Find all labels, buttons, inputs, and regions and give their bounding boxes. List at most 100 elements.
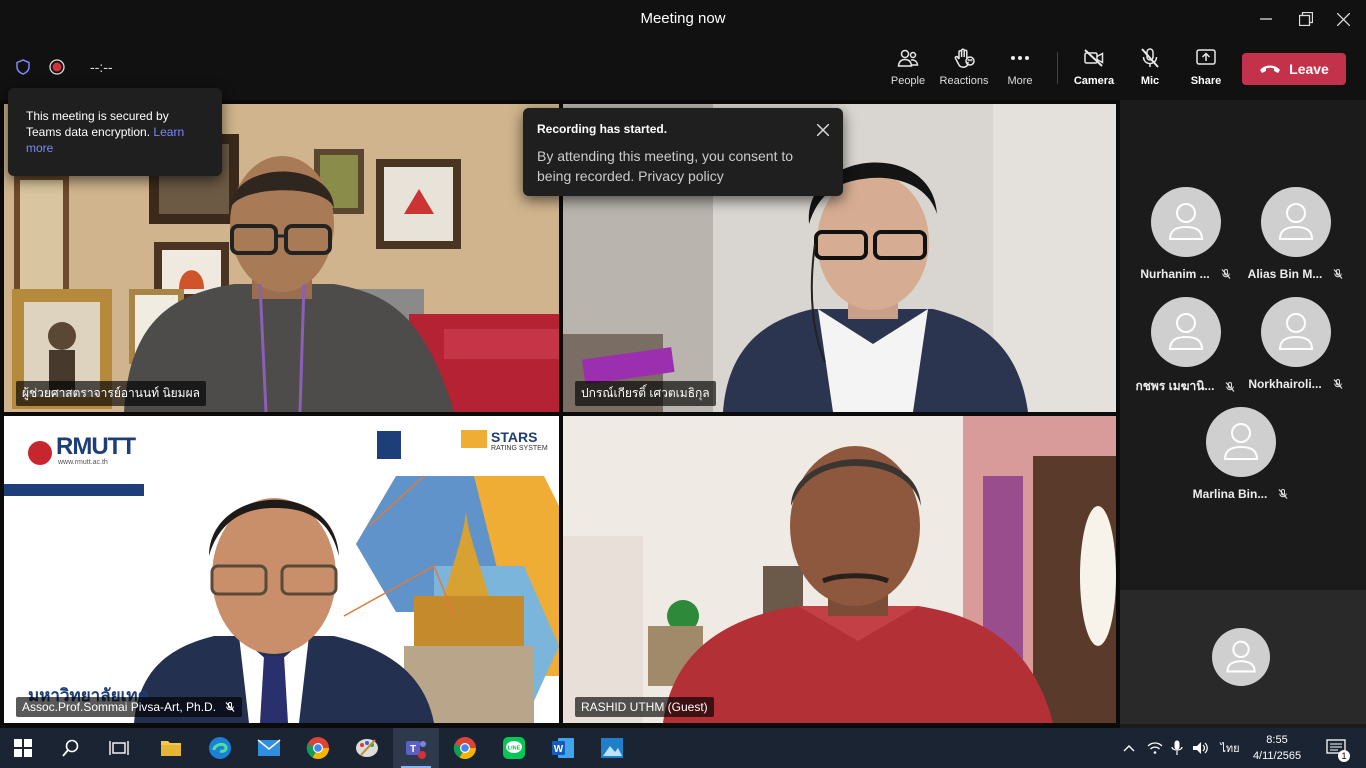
participant-name: กชพร เมฆานิ... [1135, 379, 1215, 393]
avatar [1212, 628, 1270, 686]
share-label: Share [1190, 75, 1222, 87]
mic-button[interactable]: Mic [1122, 46, 1178, 94]
photos-icon [601, 738, 623, 758]
title-bar: Meeting now [0, 0, 1366, 38]
restore-icon [1299, 12, 1313, 26]
person-icon [1223, 423, 1259, 460]
tray-microphone[interactable] [1166, 728, 1188, 768]
person-icon [1278, 313, 1314, 350]
chrome-icon [306, 737, 329, 759]
taskbar-paint[interactable] [344, 728, 390, 768]
toolbar-divider [1057, 52, 1058, 84]
tray-notifications[interactable]: 1 [1318, 728, 1354, 768]
edge-icon [209, 737, 231, 759]
mic-off-icon [1226, 381, 1235, 392]
clock-date: 4/11/2565 [1252, 750, 1302, 762]
search-icon [62, 739, 79, 757]
person-icon [1168, 313, 1204, 350]
reactions-button[interactable]: Reactions [936, 46, 992, 94]
paint-icon [356, 739, 378, 757]
window-title: Meeting now [640, 10, 726, 27]
more-label: More [1007, 75, 1033, 87]
participant-item[interactable]: Nurhanim ... [1131, 187, 1241, 281]
leave-label: Leave [1289, 61, 1329, 77]
chevron-up-icon [1123, 745, 1135, 752]
speaker-icon [1193, 742, 1208, 754]
person-icon [1278, 203, 1314, 240]
participant-name: ผู้ช่วยศาสตราจารย์อานนท์ นิยมผล [22, 386, 200, 400]
avatar [1261, 297, 1331, 367]
taskbar-file-explorer[interactable] [148, 728, 194, 768]
tray-clock[interactable]: 8:55 4/11/2565 [1246, 728, 1308, 768]
shield-icon[interactable] [14, 58, 32, 76]
tray-volume[interactable] [1188, 728, 1214, 768]
recording-icon[interactable] [48, 58, 66, 76]
taskbar-teams[interactable]: T [393, 728, 439, 768]
svg-text:T: T [410, 744, 416, 755]
camera-button[interactable]: Camera [1066, 46, 1122, 94]
minimize-icon [1260, 18, 1272, 20]
close-window-button[interactable] [1320, 0, 1366, 38]
participant-name: Norkhairoli... [1248, 377, 1322, 391]
tray-chevron[interactable] [1118, 728, 1140, 768]
video-tile-4[interactable]: RASHID UTHM (Guest) [563, 416, 1116, 723]
participant-item[interactable]: Marlina Bin... [1186, 407, 1296, 501]
share-screen-icon [1196, 49, 1216, 65]
slide-logo: RMUTT [56, 433, 136, 460]
taskbar-chrome-1[interactable] [295, 728, 341, 768]
reactions-label: Reactions [939, 75, 989, 87]
svg-text:LINE: LINE [508, 746, 521, 752]
chrome-icon [453, 737, 476, 759]
mic-off-icon [1278, 489, 1288, 499]
taskbar-word[interactable]: W [540, 728, 586, 768]
participant-name-tag: ผู้ช่วยศาสตราจารย์อานนท์ นิยมผล [16, 381, 206, 406]
taskbar-chrome-2[interactable] [442, 728, 488, 768]
more-button[interactable]: More [992, 46, 1048, 94]
person-icon [1168, 203, 1204, 240]
avatar [1151, 297, 1221, 367]
participant-item[interactable]: Norkhairoli... [1241, 297, 1351, 391]
start-button[interactable] [0, 728, 46, 768]
avatar [1261, 187, 1331, 257]
recording-popup: Recording has started. By attending this… [523, 108, 843, 196]
participant-name-tag: RASHID UTHM (Guest) [575, 697, 714, 717]
recording-title: Recording has started. [537, 122, 668, 136]
teams-meeting-window: Meeting now --:-- People Reactions More [0, 0, 1366, 768]
notification-count: 1 [1338, 750, 1350, 762]
wifi-icon [1147, 742, 1163, 754]
participant-name: ปกรณ์เกียรติ์ เศวตเมธิกุล [581, 386, 710, 400]
video-tile-3[interactable]: RMUTT www.rmutt.ac.th STARS RATING SYSTE… [4, 416, 559, 723]
taskbar-line[interactable]: LINE [491, 728, 537, 768]
participant-name-tag: Assoc.Prof.Sommai Pivsa-Art, Ph.D. [16, 697, 243, 717]
avatar [1151, 187, 1221, 257]
people-button[interactable]: People [880, 46, 936, 94]
raise-hand-icon [954, 48, 975, 68]
leave-button[interactable]: Leave [1242, 53, 1346, 85]
participant-item[interactable]: Alias Bin M... [1241, 187, 1351, 281]
mic-label: Mic [1140, 75, 1160, 87]
windows-icon [14, 739, 32, 757]
task-view-button[interactable] [96, 728, 142, 768]
share-button[interactable]: Share [1178, 46, 1234, 94]
avatar [1206, 407, 1276, 477]
close-icon[interactable] [817, 124, 829, 136]
taskbar-edge[interactable] [197, 728, 243, 768]
task-view-icon [109, 741, 129, 755]
folder-icon [161, 741, 181, 756]
people-label: People [890, 75, 926, 87]
meeting-timer: --:-- [90, 59, 113, 75]
search-button[interactable] [48, 728, 94, 768]
close-icon [1336, 12, 1350, 26]
mic-off-icon [1333, 379, 1343, 389]
participant-item[interactable]: กชพร เมฆานิ... [1131, 297, 1241, 396]
participant-name: Alias Bin M... [1247, 267, 1323, 281]
tray-language[interactable]: ไทย [1216, 728, 1244, 768]
mic-off-icon [225, 702, 235, 712]
security-text: This meeting is secured by Teams data en… [26, 109, 169, 139]
mic-off-icon [1221, 269, 1231, 279]
tray-network[interactable] [1144, 728, 1166, 768]
security-popup: This meeting is secured by Teams data en… [8, 88, 222, 176]
taskbar-photos[interactable] [589, 728, 635, 768]
taskbar-mail[interactable] [246, 728, 292, 768]
self-view[interactable] [1120, 590, 1366, 724]
